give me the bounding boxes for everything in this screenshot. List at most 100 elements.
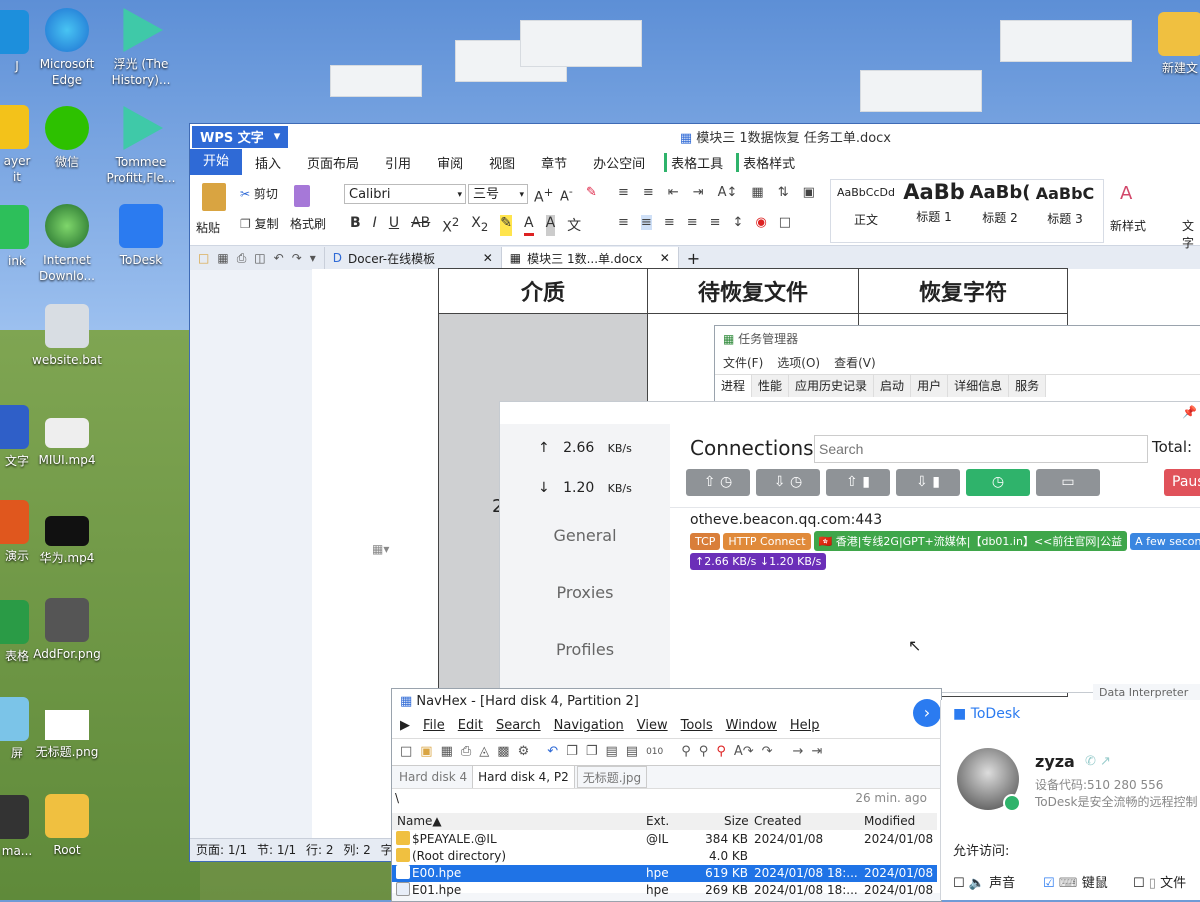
menu-window[interactable]: Window xyxy=(726,714,777,738)
settings-icon[interactable]: ⚙ xyxy=(518,739,530,765)
print-icon[interactable]: ⎙ xyxy=(461,739,471,765)
menu-navigation[interactable]: Navigation xyxy=(554,714,624,738)
checkbox-checked-icon[interactable]: ☑ xyxy=(1043,876,1055,891)
binary-icon[interactable]: 010 xyxy=(646,739,663,765)
disk-icon[interactable]: ◬ xyxy=(479,739,489,765)
cut-icon[interactable]: ❐ xyxy=(586,739,598,765)
menu-view[interactable]: 查看(V) xyxy=(834,352,876,374)
desktop-icon-mp3[interactable]: 浮光 (The History)... xyxy=(104,8,178,88)
pause-button[interactable]: Paus xyxy=(1164,469,1200,496)
text-direction-icon[interactable]: A↕ xyxy=(718,185,738,200)
indent-decrease-icon[interactable]: ⇤ xyxy=(668,185,679,200)
tab-processes[interactable]: 进程 xyxy=(715,375,753,397)
open-folder-icon[interactable]: □ xyxy=(198,251,209,265)
char-shading-button[interactable]: A xyxy=(545,215,556,236)
find-icon[interactable]: ⚲ xyxy=(681,739,691,765)
save-icon[interactable]: ▦ xyxy=(441,739,453,765)
column-name[interactable]: Name▲ xyxy=(397,813,442,830)
align-center-icon[interactable]: ≡ xyxy=(640,215,652,230)
table-row[interactable]: (Root directory) 4.0 KB xyxy=(392,848,937,865)
tab-users[interactable]: 用户 xyxy=(911,375,949,397)
subscript-button[interactable]: X2 xyxy=(471,215,488,236)
align-left-icon[interactable]: ≡ xyxy=(618,215,629,230)
column-modified[interactable]: Modified xyxy=(864,813,915,830)
sort-device-button[interactable]: ▭ xyxy=(1036,469,1100,496)
table-header-cell[interactable]: 介质 xyxy=(438,268,648,314)
menu-file[interactable]: File xyxy=(423,714,445,738)
tab-untitled-jpg[interactable]: 无标题.jpg xyxy=(576,766,648,788)
tab-table-tools[interactable]: 表格工具 xyxy=(664,152,736,172)
superscript-button[interactable]: X2 xyxy=(442,215,459,236)
connection-host[interactable]: otheve.beacon.qq.com:443 xyxy=(690,512,882,528)
table-row[interactable]: E01.hpe hpe 269 KB 2024/01/08 18:... 202… xyxy=(392,882,937,899)
desktop-icon-root-folder[interactable]: Root xyxy=(30,794,104,858)
table-header-cell[interactable]: 恢复字符 xyxy=(858,268,1068,314)
tab-hard-disk-4-p2[interactable]: Hard disk 4, P2 xyxy=(473,766,575,788)
font-size-select[interactable]: 三号 ▾ xyxy=(468,184,528,204)
desktop-icon-website-bat[interactable]: website.bat xyxy=(30,304,104,368)
sort-upload-speed-button[interactable]: ⇧ ◷ xyxy=(686,469,750,496)
text-tool-button[interactable]: 文字 xyxy=(1182,217,1200,251)
format-painter-button[interactable]: 格式刷 xyxy=(290,215,326,232)
chevron-down-icon[interactable]: ▾ xyxy=(310,251,316,265)
replace-text-icon[interactable]: A↷ xyxy=(734,739,754,765)
print-icon[interactable]: ⎙ xyxy=(237,251,247,266)
copy-icon[interactable]: ❐ xyxy=(566,739,578,765)
sort-icon[interactable]: ⇅ xyxy=(778,185,789,200)
nav-profiles[interactable]: Profiles xyxy=(500,640,670,659)
tab-insert[interactable]: 插入 xyxy=(242,153,294,172)
numbering-icon[interactable]: ≡ xyxy=(643,185,654,200)
italic-button[interactable]: I xyxy=(373,215,377,236)
grow-font-button[interactable]: A+ xyxy=(534,185,553,206)
desktop-icon-new-folder[interactable]: 新建文 xyxy=(1150,12,1200,76)
goto-icon[interactable]: ⇥ xyxy=(811,739,822,765)
find-text-icon[interactable]: ⚲ xyxy=(699,739,709,765)
strikethrough-button[interactable]: AB xyxy=(411,215,430,236)
justify-icon[interactable]: ≡ xyxy=(687,215,698,230)
clear-format-button[interactable]: ✎ xyxy=(586,185,597,200)
redo-icon[interactable]: ↷ xyxy=(292,251,302,265)
new-style-button[interactable]: 新样式 xyxy=(1110,217,1146,234)
column-size[interactable]: Size xyxy=(724,813,749,830)
menu-view[interactable]: View xyxy=(637,714,668,738)
cut-button[interactable]: ✂ 剪切 xyxy=(240,185,278,202)
underline-button[interactable]: U xyxy=(389,215,399,236)
sort-time-button[interactable]: ◷ xyxy=(966,469,1030,496)
wps-logo-button[interactable]: WPS 文字 ▾ xyxy=(192,125,289,148)
perm-sound[interactable]: ☐ 🔈 声音 xyxy=(953,872,1015,891)
close-icon[interactable]: ✕ xyxy=(660,251,670,265)
new-tab-button[interactable]: + xyxy=(679,249,708,268)
table-row-selected[interactable]: E00.hpe hpe 619 KB 2024/01/08 18:... 202… xyxy=(392,865,937,882)
shading-icon[interactable]: ◉ xyxy=(755,215,766,230)
align-right-icon[interactable]: ≡ xyxy=(664,215,675,230)
show-marks-icon[interactable]: ▣ xyxy=(803,185,815,200)
open-folder-icon[interactable]: ▣ xyxy=(420,739,432,765)
arrow-right-icon[interactable]: → xyxy=(793,739,804,765)
tab-services[interactable]: 服务 xyxy=(1009,375,1047,397)
menu-edit[interactable]: Edit xyxy=(458,714,483,738)
doc-tab-current[interactable]: ▦ 模块三 1数...单.docx ✕ xyxy=(501,247,679,269)
copy-button[interactable]: ❐ 复制 xyxy=(240,215,279,232)
table-header-cell[interactable]: 待恢复文件 xyxy=(647,268,859,314)
sort-download-total-button[interactable]: ⇩ ▮ xyxy=(896,469,960,496)
replace-hex-icon[interactable]: ↷ xyxy=(762,739,773,765)
style-heading-3[interactable]: AaBbC 标题 3 xyxy=(1033,184,1097,227)
tab-app-history[interactable]: 应用历史记录 xyxy=(789,375,875,397)
highlight-button[interactable]: ✎ xyxy=(500,215,513,236)
menu-help[interactable]: Help xyxy=(790,714,820,738)
undo-icon[interactable]: ↶ xyxy=(547,739,558,765)
table-row[interactable]: $PEAYALE.@IL @IL 384 KB 2024/01/08 2024/… xyxy=(392,831,937,848)
desktop-icon-wechat[interactable]: 微信 xyxy=(30,106,104,170)
tab-hard-disk-4[interactable]: Hard disk 4 xyxy=(394,766,474,788)
style-heading-1[interactable]: AaBb 标题 1 xyxy=(901,180,967,225)
close-icon[interactable]: ✕ xyxy=(483,251,493,265)
save-icon[interactable]: ▦ xyxy=(217,251,228,265)
paste-button[interactable]: 粘贴 xyxy=(196,219,220,236)
distribute-icon[interactable]: ≡ xyxy=(710,215,721,230)
desktop-icon-untitled-png[interactable]: 无标题.png xyxy=(30,704,104,760)
pin-icon[interactable]: 📌 xyxy=(1182,405,1197,419)
menu-tools[interactable]: Tools xyxy=(681,714,713,738)
checkbox-unchecked-icon[interactable]: ☐ xyxy=(953,876,965,891)
print-preview-icon[interactable]: ◫ xyxy=(254,251,265,265)
tab-details[interactable]: 详细信息 xyxy=(948,375,1010,397)
